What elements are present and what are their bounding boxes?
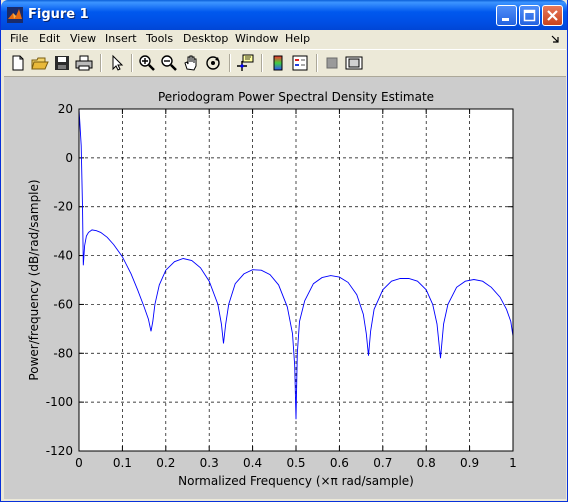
x-tick-label: 0.1 <box>113 456 132 470</box>
menu-file[interactable]: File <box>10 32 28 45</box>
figure-canvas: 0 0.1 0.2 0.3 0.4 0.5 0.6 0.7 0.8 0.9 1 20 0 -20 -40 -6… <box>4 77 566 499</box>
data-cursor-icon <box>237 54 254 71</box>
zoom-in-icon <box>139 55 155 71</box>
y-tick-label: -120 <box>46 444 73 458</box>
insert-colorbar-button[interactable] <box>269 54 287 72</box>
dock-arrow-icon[interactable] <box>551 33 561 45</box>
x-tick-label: 0.8 <box>417 456 436 470</box>
minimize-icon <box>502 18 509 21</box>
menu-view[interactable]: View <box>70 32 96 45</box>
x-tick-label: 0.4 <box>243 456 262 470</box>
zoom-out-icon <box>161 55 177 71</box>
toolbar-separator <box>316 54 318 72</box>
maximize-button[interactable] <box>519 5 540 26</box>
menu-help[interactable]: Help <box>285 32 310 45</box>
printer-icon <box>75 55 93 71</box>
rotate-3d-button[interactable] <box>204 54 222 72</box>
close-button[interactable] <box>542 5 563 26</box>
y-tick-label: 20 <box>58 102 73 116</box>
menu-insert[interactable]: Insert <box>105 32 137 45</box>
rotate-3d-icon <box>206 56 220 70</box>
figure-toolbar <box>4 49 566 77</box>
close-icon <box>547 10 558 21</box>
toolbar-separator <box>131 54 133 72</box>
new-file-icon <box>12 55 24 71</box>
menu-window[interactable]: Window <box>235 32 278 45</box>
y-tick-label: -60 <box>53 297 73 311</box>
x-tick-label: 0.6 <box>330 456 349 470</box>
toolbar-separator <box>261 54 263 72</box>
x-tick-label: 0.3 <box>200 456 219 470</box>
zoom-in-button[interactable] <box>138 54 156 72</box>
minimize-button[interactable] <box>496 5 517 26</box>
figure-window: Figure 1 File Edit View Insert Tools Des… <box>0 0 568 502</box>
legend-icon <box>292 55 308 71</box>
maximize-icon <box>523 9 536 22</box>
title-bar[interactable]: Figure 1 <box>1 0 567 30</box>
window-title: Figure 1 <box>28 7 89 22</box>
menu-tools[interactable]: Tools <box>146 32 173 45</box>
print-figure-button[interactable] <box>75 54 93 72</box>
new-figure-button[interactable] <box>9 54 27 72</box>
x-tick-label: 0.7 <box>373 456 392 470</box>
colorbar-icon <box>273 55 283 71</box>
y-axis-label: Power/frequency (dB/rad/sample) <box>27 179 41 380</box>
y-tick-label: 0 <box>65 151 73 165</box>
pan-button[interactable] <box>182 54 200 72</box>
menu-edit[interactable]: Edit <box>39 32 60 45</box>
insert-legend-button[interactable] <box>291 54 309 72</box>
save-figure-button[interactable] <box>53 54 71 72</box>
hide-plot-tools-icon <box>326 57 338 69</box>
open-file-button[interactable] <box>31 54 49 72</box>
open-folder-icon <box>31 57 49 70</box>
matlab-logo-icon <box>7 7 23 23</box>
toolbar-separator <box>229 54 231 72</box>
edit-plot-button[interactable] <box>108 54 126 72</box>
data-cursor-button[interactable] <box>236 54 254 72</box>
save-disk-icon <box>55 56 69 70</box>
pointer-arrow-icon <box>112 54 124 71</box>
x-axis-label: Normalized Frequency (×π rad/sample) <box>178 474 414 488</box>
zoom-out-button[interactable] <box>160 54 178 72</box>
hide-plot-tools-button[interactable] <box>323 54 341 72</box>
plot-title: Periodogram Power Spectral Density Estim… <box>158 90 434 104</box>
y-tick-label: -20 <box>53 200 73 214</box>
hand-pan-icon <box>184 55 197 71</box>
y-tick-label: -40 <box>53 249 73 263</box>
x-tick-label: 0 <box>75 456 83 470</box>
menu-bar: File Edit View Insert Tools Desktop Wind… <box>4 30 566 49</box>
y-tick-label: -100 <box>46 395 73 409</box>
x-tick-label: 0.2 <box>156 456 175 470</box>
show-plot-tools-icon <box>345 56 363 70</box>
toolbar-separator <box>100 54 102 72</box>
psd-plot[interactable]: 0 0.1 0.2 0.3 0.4 0.5 0.6 0.7 0.8 0.9 1 20 0 -20 -40 -6… <box>4 77 566 499</box>
x-tick-label: 1 <box>509 456 517 470</box>
x-tick-label: 0.5 <box>286 456 305 470</box>
menu-desktop[interactable]: Desktop <box>183 32 228 45</box>
x-tick-label: 0.9 <box>460 456 479 470</box>
y-tick-label: -80 <box>53 346 73 360</box>
show-plot-tools-button[interactable] <box>345 54 363 72</box>
